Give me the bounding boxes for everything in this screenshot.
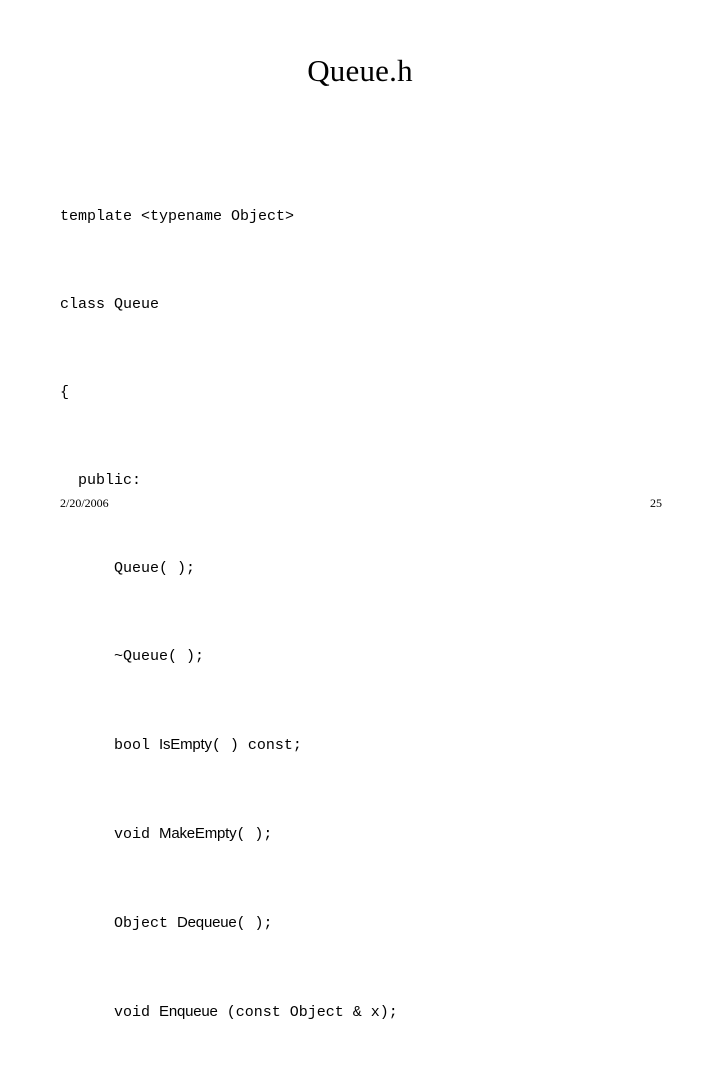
code-text: ~Queue( ); (114, 648, 205, 665)
code-text: (const Object & x); (217, 1004, 398, 1021)
method-name-enqueue: Enqueue (159, 1003, 218, 1020)
code-block: template <typename Object> class Queue {… (60, 140, 680, 1080)
code-line-constructor: Queue( ); (60, 558, 680, 580)
code-line-enqueue: void Enqueue (const Object & x); (60, 1001, 680, 1024)
presentation-slide: Queue.h template <typename Object> class… (0, 0, 720, 1021)
code-text: class Queue (60, 296, 160, 313)
code-text: Queue( ); (114, 560, 196, 577)
code-line: { (60, 382, 680, 404)
code-line: template <typename Object> (60, 206, 680, 228)
code-text: ( ) const; (211, 737, 302, 754)
footer-date: 2/20/2006 (60, 496, 109, 510)
code-line-destructor: ~Queue( ); (60, 646, 680, 668)
code-text: ( ); (236, 826, 273, 843)
code-text: public: (78, 472, 142, 489)
code-keyword: Object (114, 915, 178, 932)
code-text: { (60, 384, 70, 401)
code-line-access-public: public: (60, 470, 680, 492)
footer-page-number: 25 (650, 496, 662, 510)
page-title: Queue.h (307, 53, 413, 88)
code-keyword: bool (114, 737, 160, 754)
code-line-make-empty: void MakeEmpty( ); (60, 823, 680, 846)
code-line-dequeue: Object Dequeue( ); (60, 912, 680, 935)
code-text: template <typename Object> (60, 208, 295, 225)
code-line: class Queue (60, 294, 680, 316)
method-name-is-empty: IsEmpty (159, 736, 212, 753)
code-keyword: void (114, 1004, 160, 1021)
method-name-make-empty: MakeEmpty (159, 825, 237, 842)
method-name-dequeue: Dequeue (177, 914, 237, 931)
code-text: ( ); (236, 915, 273, 932)
code-line-is-empty: bool IsEmpty( ) const; (60, 734, 680, 757)
code-keyword: void (114, 826, 160, 843)
